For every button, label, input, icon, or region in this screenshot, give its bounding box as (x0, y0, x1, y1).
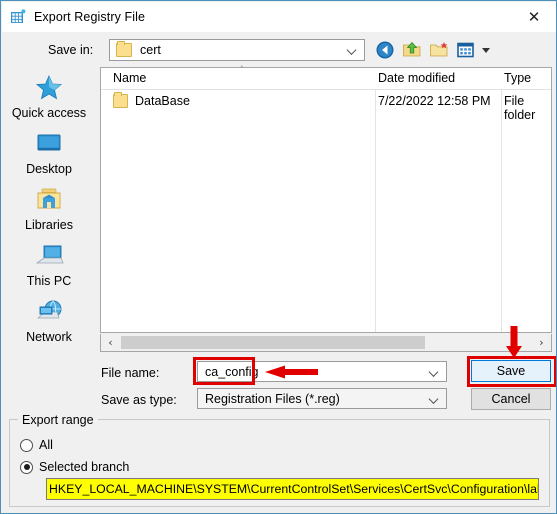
file-list[interactable]: ˄ Name Date modified Type DataBase 7/22/… (100, 64, 552, 333)
save-as-type-combobox[interactable]: Registration Files (*.reg) (197, 388, 447, 409)
sidebar-item-label: Libraries (25, 218, 73, 232)
radio-option-all[interactable]: All (20, 438, 53, 452)
window-title: Export Registry File (34, 10, 146, 24)
chevron-down-icon[interactable] (348, 46, 357, 55)
sidebar-item-quick-access[interactable]: Quick access (2, 67, 96, 123)
views-dropdown-caret[interactable] (482, 39, 492, 61)
horizontal-scrollbar[interactable]: ‹ › (100, 334, 552, 352)
selected-branch-path-text: HKEY_LOCAL_MACHINE\SYSTEM\CurrentControl… (47, 479, 538, 499)
views-icon[interactable] (455, 39, 477, 61)
file-name-label: File name: (101, 366, 160, 380)
file-name-text: DataBase (135, 94, 190, 108)
radio-label-all: All (39, 438, 53, 452)
back-navigation-icon[interactable] (374, 39, 396, 61)
navigation-toolbar (374, 38, 492, 62)
title-bar: Export Registry File ✕ (2, 2, 556, 32)
sidebar-item-this-pc[interactable]: This PC (2, 235, 96, 291)
places-bar: Quick access Desktop Libraries This PC N… (2, 67, 96, 356)
chevron-down-icon[interactable] (430, 367, 439, 376)
file-date-cell: 7/22/2022 12:58 PM (378, 94, 491, 108)
save-in-label: Save in: (48, 43, 94, 57)
radio-label-selected-branch: Selected branch (39, 460, 130, 474)
scrollbar-thumb[interactable] (121, 336, 425, 349)
save-button[interactable]: Save (471, 360, 551, 382)
sidebar-item-label: Desktop (26, 162, 72, 176)
selected-branch-path-input[interactable]: HKEY_LOCAL_MACHINE\SYSTEM\CurrentControl… (46, 478, 539, 500)
sidebar-item-network[interactable]: Network (2, 291, 96, 347)
save-in-value: cert (140, 43, 161, 57)
this-pc-laptop-icon (33, 241, 65, 271)
save-as-type-value: Registration Files (*.reg) (205, 392, 340, 406)
column-header-type[interactable]: Type (504, 71, 531, 85)
export-range-title: Export range (18, 413, 98, 427)
desktop-monitor-icon (33, 129, 65, 159)
sidebar-item-desktop[interactable]: Desktop (2, 123, 96, 179)
table-row[interactable]: DataBase 7/22/2022 12:58 PM File folder (101, 92, 551, 122)
file-type-cell: File folder (504, 94, 536, 122)
up-one-level-icon[interactable] (401, 39, 423, 61)
libraries-folder-icon (33, 185, 65, 215)
column-header-row: ˄ Name Date modified Type (101, 64, 551, 90)
radio-button-all[interactable] (20, 438, 33, 452)
quick-access-star-icon (33, 73, 65, 103)
folder-icon (113, 92, 128, 108)
save-in-combobox[interactable]: cert (109, 39, 365, 61)
file-name-value: ca_config (205, 365, 259, 379)
sidebar-item-label: Network (26, 330, 72, 344)
network-globe-icon (33, 297, 65, 327)
folder-icon (116, 41, 132, 57)
registry-editor-icon (10, 9, 26, 25)
chevron-down-icon[interactable] (430, 394, 439, 403)
sidebar-item-label: Quick access (11, 106, 87, 120)
radio-option-selected-branch[interactable]: Selected branch (20, 460, 129, 474)
column-header-date-modified[interactable]: Date modified (378, 71, 455, 85)
file-name-cell[interactable]: DataBase (113, 92, 190, 108)
cancel-button[interactable]: Cancel (471, 388, 551, 410)
sidebar-item-libraries[interactable]: Libraries (2, 179, 96, 235)
sidebar-item-label: This PC (26, 274, 72, 288)
scroll-left-icon[interactable]: ‹ (102, 334, 119, 351)
close-icon[interactable]: ✕ (511, 2, 556, 32)
export-registry-file-dialog: Export Registry File ✕ Save in: cert Qui… (0, 0, 557, 514)
sort-ascending-icon: ˄ (239, 64, 245, 77)
save-as-type-label: Save as type: (101, 393, 177, 407)
radio-button-selected-branch[interactable] (20, 460, 33, 474)
file-name-input[interactable]: ca_config (197, 361, 447, 382)
column-header-name[interactable]: Name (113, 71, 146, 85)
scroll-right-icon[interactable]: › (533, 334, 550, 351)
create-new-folder-icon[interactable] (428, 39, 450, 61)
